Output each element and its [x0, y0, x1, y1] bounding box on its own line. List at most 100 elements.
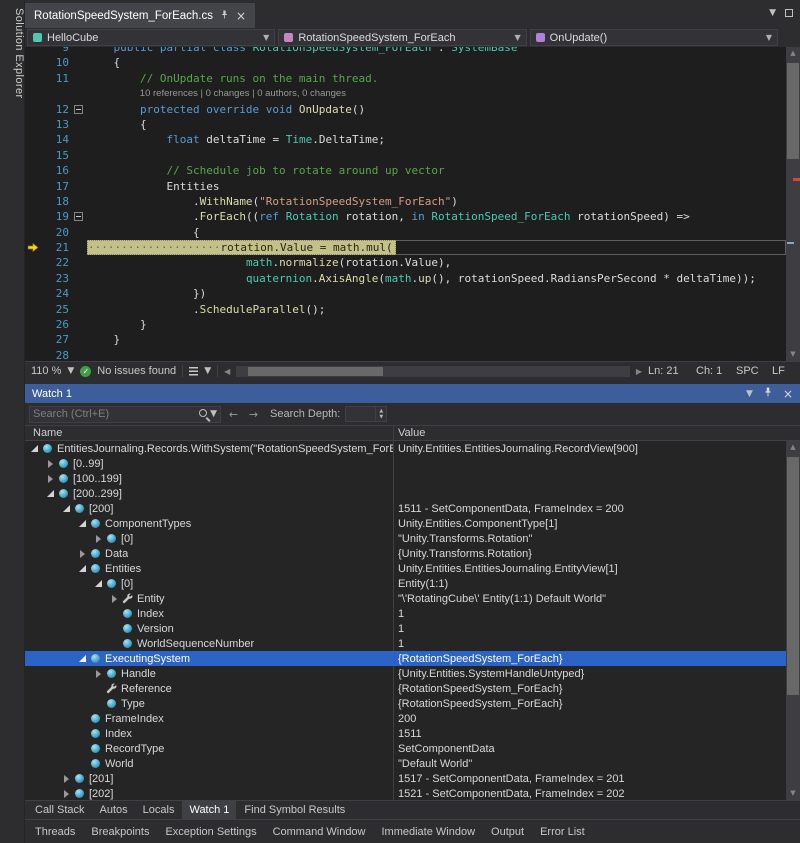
- collapse-box-icon[interactable]: [71, 209, 87, 224]
- watch-value[interactable]: 200: [394, 713, 786, 725]
- watch-value[interactable]: {RotationSpeedSystem_ForEach}: [394, 698, 786, 710]
- glyph-margin[interactable]: [25, 117, 41, 132]
- watch-value[interactable]: {Unity.Transforms.Rotation}: [394, 548, 786, 560]
- watch-value[interactable]: Unity.Entities.EntitiesJournaling.Record…: [394, 443, 786, 455]
- glyph-margin[interactable]: [25, 348, 41, 361]
- close-icon[interactable]: ×: [236, 10, 246, 22]
- glyph-margin[interactable]: [25, 179, 41, 194]
- code-text[interactable]: }: [87, 317, 786, 332]
- watch-column-headers[interactable]: Name Value: [25, 425, 800, 441]
- code-text[interactable]: .ForEach((ref Rotation rotation, in Rota…: [87, 209, 786, 224]
- window-tab-output[interactable]: Output: [484, 822, 531, 842]
- glyph-margin[interactable]: [25, 317, 41, 332]
- window-tab-threads[interactable]: Threads: [28, 822, 82, 842]
- code-text[interactable]: float deltaTime = Time.DeltaTime;: [87, 132, 786, 147]
- glyph-margin[interactable]: [25, 209, 41, 224]
- watch-row[interactable]: Entity"\'RotatingCube\' Entity(1:1) Defa…: [25, 591, 786, 606]
- scroll-down-icon[interactable]: ▼: [786, 787, 800, 800]
- watch-value[interactable]: 1521 - SetComponentData, FrameIndex = 20…: [394, 788, 786, 800]
- window-tab-error-list[interactable]: Error List: [533, 822, 592, 842]
- watch-value[interactable]: "Unity.Transforms.Rotation": [394, 533, 786, 545]
- glyph-margin[interactable]: [25, 71, 41, 86]
- glyph-margin[interactable]: [25, 132, 41, 147]
- watch-row[interactable]: Index1: [25, 606, 786, 621]
- expand-icon[interactable]: [92, 670, 104, 678]
- watch-value[interactable]: "Default World": [394, 758, 786, 770]
- column-header-name[interactable]: Name: [25, 426, 394, 440]
- watch-row[interactable]: Handle{Unity.Entities.SystemHandleUntype…: [25, 666, 786, 681]
- code-text[interactable]: 10 references | 0 changes | 0 authors, 0…: [87, 86, 786, 101]
- glyph-margin[interactable]: [25, 86, 41, 101]
- watch-row[interactable]: Data{Unity.Transforms.Rotation}: [25, 546, 786, 561]
- column-header-value[interactable]: Value: [394, 427, 425, 439]
- search-icon[interactable]: [198, 408, 210, 420]
- search-input[interactable]: [33, 408, 198, 420]
- tool-tab-autos[interactable]: Autos: [93, 801, 135, 819]
- tab-rotationspeedsystem-foreach-cs[interactable]: RotationSpeedSystem_ForEach.cs ×: [25, 3, 255, 28]
- watch-row[interactable]: [200]1511 - SetComponentData, FrameIndex…: [25, 501, 786, 516]
- watch-row[interactable]: [0..99]: [25, 456, 786, 471]
- watch-panel-titlebar[interactable]: Watch 1 ▼ ×: [25, 384, 800, 403]
- scroll-left-icon[interactable]: ◀: [224, 367, 230, 376]
- active-files-dropdown-icon[interactable]: ▼: [769, 8, 776, 18]
- watch-row[interactable]: RecordTypeSetComponentData: [25, 741, 786, 756]
- watch-row[interactable]: [0]Entity(1:1): [25, 576, 786, 591]
- watch-row[interactable]: WorldSequenceNumber1: [25, 636, 786, 651]
- close-icon[interactable]: ×: [783, 388, 793, 400]
- code-text[interactable]: {: [87, 225, 786, 240]
- watch-row[interactable]: FrameIndex200: [25, 711, 786, 726]
- health-status-text[interactable]: No issues found: [97, 365, 176, 377]
- glyph-margin[interactable]: [25, 271, 41, 286]
- glyph-margin[interactable]: [25, 148, 41, 163]
- scrollbar-thumb[interactable]: [787, 63, 799, 159]
- watch-value[interactable]: 1: [394, 623, 786, 635]
- watch-row[interactable]: Version1: [25, 621, 786, 636]
- code-text[interactable]: }): [87, 286, 786, 301]
- zoom-level[interactable]: 110 %: [31, 365, 61, 377]
- glyph-margin[interactable]: [25, 286, 41, 301]
- search-prev-icon[interactable]: ←: [226, 408, 241, 421]
- watch-row[interactable]: ComponentTypesUnity.Entities.ComponentTy…: [25, 516, 786, 531]
- watch-value[interactable]: 1: [394, 608, 786, 620]
- window-tab-exception-settings[interactable]: Exception Settings: [158, 822, 263, 842]
- pin-icon[interactable]: [220, 10, 229, 22]
- window-tab-immediate-window[interactable]: Immediate Window: [375, 822, 483, 842]
- tool-tab-find-symbol-results[interactable]: Find Symbol Results: [237, 801, 352, 819]
- watch-value[interactable]: 1511: [394, 728, 786, 740]
- scrollbar-thumb[interactable]: [787, 457, 799, 695]
- search-options-dropdown-icon[interactable]: ▼: [210, 409, 217, 419]
- watch-value[interactable]: 1511 - SetComponentData, FrameIndex = 20…: [394, 503, 786, 515]
- watch-row[interactable]: Type{RotationSpeedSystem_ForEach}: [25, 696, 786, 711]
- glyph-margin[interactable]: [25, 302, 41, 317]
- solution-explorer-tab[interactable]: Solution Explorer: [0, 0, 25, 99]
- collapse-icon[interactable]: [28, 445, 40, 452]
- watch-value[interactable]: {RotationSpeedSystem_ForEach}: [394, 683, 786, 695]
- glyph-margin[interactable]: [25, 194, 41, 209]
- window-position-icon[interactable]: ▼: [746, 389, 753, 399]
- watch-row[interactable]: World"Default World": [25, 756, 786, 771]
- code-text[interactable]: .WithName("RotationSpeedSystem_ForEach"): [87, 194, 786, 209]
- watch-search-box[interactable]: ▼: [29, 406, 221, 423]
- window-tab-command-window[interactable]: Command Window: [266, 822, 373, 842]
- scrollbar-thumb[interactable]: [248, 367, 383, 376]
- watch-row[interactable]: [0]"Unity.Transforms.Rotation": [25, 531, 786, 546]
- code-text[interactable]: ····················rotation.Value = mat…: [87, 240, 786, 255]
- zoom-dropdown-icon[interactable]: ▼: [67, 366, 74, 376]
- code-text[interactable]: // OnUpdate runs on the main thread.: [87, 71, 786, 86]
- watch-vertical-scrollbar[interactable]: ▲ ▼: [786, 441, 800, 800]
- glyph-margin[interactable]: [25, 332, 41, 347]
- watch-row[interactable]: [100..199]: [25, 471, 786, 486]
- code-text[interactable]: quaternion.AxisAngle(math.up(), rotation…: [87, 271, 786, 286]
- glyph-margin[interactable]: [25, 225, 41, 240]
- health-filter-dropdown-icon[interactable]: ▼: [204, 366, 211, 376]
- code-text[interactable]: [87, 148, 786, 163]
- watch-row[interactable]: [200..299]: [25, 486, 786, 501]
- watch-value[interactable]: {Unity.Entities.SystemHandleUntyped}: [394, 668, 786, 680]
- code-text[interactable]: .ScheduleParallel();: [87, 302, 786, 317]
- code-text[interactable]: {: [87, 55, 786, 70]
- code-text[interactable]: {: [87, 117, 786, 132]
- collapse-icon[interactable]: [44, 490, 56, 497]
- glyph-margin[interactable]: [25, 102, 41, 117]
- tool-tab-locals[interactable]: Locals: [136, 801, 182, 819]
- tool-tab-watch-1[interactable]: Watch 1: [182, 801, 236, 819]
